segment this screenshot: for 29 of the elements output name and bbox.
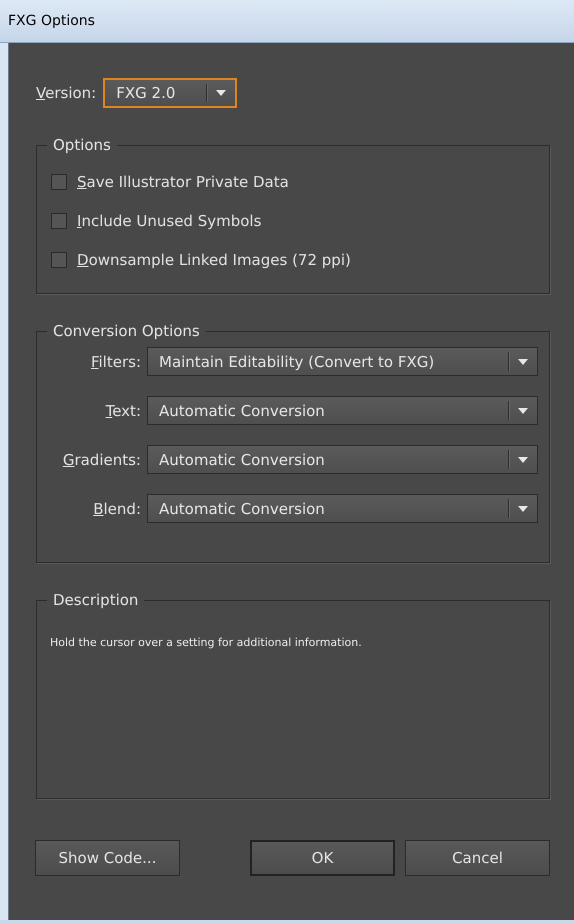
dropdown[interactable]: FXG 2.0 bbox=[103, 78, 238, 108]
checkbox-label[interactable]: Save Illustrator Private Data bbox=[77, 173, 289, 191]
caret-icon bbox=[216, 90, 226, 96]
group-title: Conversion Options bbox=[52, 322, 201, 340]
group-title: Options bbox=[52, 136, 112, 154]
checkbox[interactable] bbox=[51, 213, 67, 229]
field-label: Text: bbox=[104, 402, 141, 420]
checkbox-label[interactable]: Downsample Linked Images (72 ppi) bbox=[77, 251, 351, 269]
caret-icon bbox=[518, 358, 528, 364]
dropdown[interactable]: Automatic Conversion bbox=[147, 396, 538, 425]
dialog-button[interactable]: Show Code... bbox=[35, 840, 180, 876]
caret-icon bbox=[518, 408, 528, 414]
dialog-button[interactable]: OK bbox=[250, 840, 395, 876]
version-label: Version: bbox=[36, 84, 96, 102]
field-label: Filters: bbox=[90, 352, 141, 370]
field-label: Blend: bbox=[92, 500, 141, 518]
checkbox-label[interactable]: Include Unused Symbols bbox=[77, 212, 262, 230]
checkbox[interactable] bbox=[51, 252, 67, 268]
dropdown[interactable]: Automatic Conversion bbox=[147, 445, 538, 474]
checkbox[interactable] bbox=[51, 174, 67, 190]
dropdown[interactable]: Automatic Conversion bbox=[147, 494, 538, 523]
dropdown[interactable]: Maintain Editability (Convert to FXG) bbox=[147, 347, 538, 376]
caret-icon bbox=[518, 456, 528, 462]
field-label: Gradients: bbox=[62, 450, 141, 468]
caret-icon bbox=[518, 506, 528, 512]
dialog-button[interactable]: Cancel bbox=[405, 840, 550, 876]
window-title: FXG Options bbox=[8, 13, 95, 29]
group-title: Description bbox=[52, 591, 140, 609]
description-text: Hold the cursor over a setting for additional information. bbox=[50, 636, 363, 649]
